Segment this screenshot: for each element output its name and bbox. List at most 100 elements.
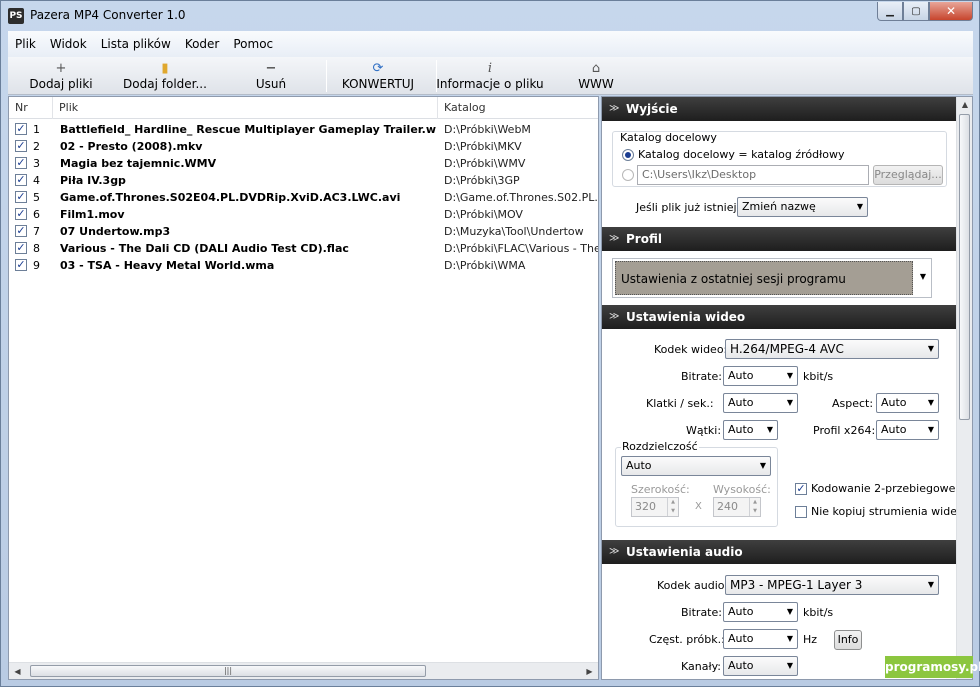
menu-koder[interactable]: Koder <box>178 31 227 57</box>
watermark-logo: programosy.pl <box>885 656 980 678</box>
row-file: Game.of.Thrones.S02E04.PL.DVDRip.XviD.AC… <box>60 191 401 204</box>
convert-button[interactable]: ⟳ KONWERTUJ <box>338 57 418 95</box>
vertical-scrollbar[interactable]: ▲ ▼ <box>956 97 972 679</box>
audio-bitrate-value: Auto <box>728 605 754 618</box>
radio-custom-dir[interactable] <box>622 169 634 181</box>
row-nr: 5 <box>33 191 40 204</box>
audio-codec-select[interactable]: MP3 - MPEG-1 Layer 3 ▼ <box>725 575 939 595</box>
title-bar[interactable]: PS Pazera MP4 Converter 1.0 ▁ ▢ ✕ <box>1 1 979 31</box>
aspect-select[interactable]: Auto ▼ <box>876 393 939 413</box>
file-list-rows: ✓ 1 Battlefield_ Hardline_ Rescue Multip… <box>9 121 598 274</box>
row-nr: 4 <box>33 174 40 187</box>
video-codec-select[interactable]: H.264/MPEG-4 AVC ▼ <box>725 339 939 359</box>
spin-arrows-icon[interactable]: ▲ ▼ <box>749 498 760 516</box>
add-folder-button[interactable]: ▮ Dodaj folder... <box>120 57 210 95</box>
horizontal-scrollbar[interactable]: ◀ ||| ▶ <box>9 662 598 679</box>
menu-plik[interactable]: Plik <box>8 31 43 57</box>
audio-info-button[interactable]: Info <box>834 630 862 650</box>
file-info-button[interactable]: i Informacje o pliku <box>436 57 543 95</box>
menu-widok[interactable]: Widok <box>43 31 94 57</box>
row-checkbox[interactable]: ✓ <box>15 157 27 169</box>
sample-rate-unit: Hz <box>803 633 818 646</box>
row-checkbox[interactable]: ✓ <box>15 174 27 186</box>
row-checkbox[interactable]: ✓ <box>15 123 27 135</box>
two-pass-checkbox[interactable]: ✓ <box>795 483 807 495</box>
x264-profile-label: Profil x264: <box>813 424 876 437</box>
column-header-nr[interactable]: Nr <box>9 97 53 119</box>
row-checkbox[interactable]: ✓ <box>15 208 27 220</box>
remove-button[interactable]: − Usuń <box>244 57 298 95</box>
table-row[interactable]: ✓ 9 03 - TSA - Heavy Metal World.wma D:\… <box>9 257 598 274</box>
close-button[interactable]: ✕ <box>929 2 973 21</box>
row-nr: 3 <box>33 157 40 170</box>
resolution-select[interactable]: Auto ▼ <box>621 456 771 476</box>
video-bitrate-select[interactable]: Auto ▼ <box>723 366 798 386</box>
row-checkbox[interactable]: ✓ <box>15 191 27 203</box>
row-checkbox[interactable]: ✓ <box>15 259 27 271</box>
row-checkbox[interactable]: ✓ <box>15 242 27 254</box>
column-header-plik[interactable]: Plik <box>53 97 438 119</box>
row-file: 07 Undertow.mp3 <box>60 225 171 238</box>
row-dir: D:\Próbki\3GP <box>444 174 520 187</box>
minimize-icon: ▁ <box>886 5 894 17</box>
row-file: Battlefield_ Hardline_ Rescue Multiplaye… <box>60 123 436 136</box>
section-header-audio[interactable]: ≫ Ustawienia audio <box>602 540 956 564</box>
table-row[interactable]: ✓ 7 07 Undertow.mp3 D:\Muzyka\Tool\Under… <box>9 223 598 240</box>
channels-select[interactable]: Auto ▼ <box>723 656 798 676</box>
scroll-left-icon[interactable]: ◀ <box>9 663 26 680</box>
www-button[interactable]: ⌂ WWW <box>568 57 624 95</box>
scrollbar-thumb[interactable]: ||| <box>30 665 426 677</box>
dropdown-arrow-icon: ▼ <box>786 371 793 380</box>
radio-same-dir[interactable] <box>622 149 634 161</box>
table-row[interactable]: ✓ 4 Piła IV.3gp D:\Próbki\3GP <box>9 172 598 189</box>
section-header-video[interactable]: ≫ Ustawienia wideo <box>602 305 956 329</box>
file-list-header: Nr Plik Katalog <box>9 97 598 119</box>
audio-bitrate-select[interactable]: Auto ▼ <box>723 602 798 622</box>
minimize-button[interactable]: ▁ <box>877 2 903 21</box>
add-files-button[interactable]: + Dodaj pliki <box>26 57 96 95</box>
scroll-right-icon[interactable]: ▶ <box>581 663 598 680</box>
row-nr: 9 <box>33 259 40 272</box>
scroll-up-icon[interactable]: ▲ <box>957 97 972 113</box>
if-exists-select[interactable]: Zmień nazwę ▼ <box>737 197 868 217</box>
table-row[interactable]: ✓ 6 Film1.mov D:\Próbki\MOV <box>9 206 598 223</box>
row-checkbox[interactable]: ✓ <box>15 140 27 152</box>
dropdown-arrow-icon: ▼ <box>759 461 766 470</box>
no-copy-video-checkbox[interactable] <box>795 506 807 518</box>
video-codec-label: Kodek wideo: <box>654 343 728 356</box>
add-folder-label: Dodaj folder... <box>123 77 207 91</box>
height-input[interactable]: 240 ▲ ▼ <box>713 497 761 517</box>
target-path-input[interactable]: C:\Users\Ikz\Desktop <box>637 165 869 185</box>
spin-arrows-icon[interactable]: ▲ ▼ <box>667 498 678 516</box>
sample-rate-value: Auto <box>728 632 754 645</box>
table-row[interactable]: ✓ 3 Magia bez tajemnic.WMV D:\Próbki\WMV <box>9 155 598 172</box>
table-row[interactable]: ✓ 2 02 - Presto (2008).mkv D:\Próbki\MKV <box>9 138 598 155</box>
window-title: Pazera MP4 Converter 1.0 <box>30 8 186 22</box>
table-row[interactable]: ✓ 8 Various - The Dali CD (DALI Audio Te… <box>9 240 598 257</box>
threads-select[interactable]: Auto ▼ <box>723 420 778 440</box>
video-section: Kodek wideo: H.264/MPEG-4 AVC ▼ Bitrate:… <box>602 329 964 539</box>
table-row[interactable]: ✓ 5 Game.of.Thrones.S02E04.PL.DVDRip.Xvi… <box>9 189 598 206</box>
section-title: Ustawienia audio <box>626 545 743 559</box>
section-header-output[interactable]: ≫ Wyjście <box>602 97 956 121</box>
scrollbar-thumb[interactable] <box>959 114 970 420</box>
fps-select[interactable]: Auto ▼ <box>723 393 798 413</box>
maximize-button[interactable]: ▢ <box>903 2 929 21</box>
file-info-label: Informacje o pliku <box>436 77 544 91</box>
x264-profile-select[interactable]: Auto ▼ <box>876 420 939 440</box>
table-row[interactable]: ✓ 1 Battlefield_ Hardline_ Rescue Multip… <box>9 121 598 138</box>
width-input[interactable]: 320 ▲ ▼ <box>631 497 679 517</box>
menu-pomoc[interactable]: Pomoc <box>226 31 280 57</box>
dropdown-arrow-icon: ▼ <box>927 580 934 589</box>
row-checkbox[interactable]: ✓ <box>15 225 27 237</box>
row-dir: D:\Próbki\FLAC\Various - The Dali <box>444 242 598 255</box>
audio-bitrate-unit: kbit/s <box>803 606 834 619</box>
section-header-profile[interactable]: ≫ Profil <box>602 227 956 251</box>
menu-lista-plikow[interactable]: Lista plików <box>94 31 178 57</box>
browse-button[interactable]: Przeglądaj... <box>873 165 943 185</box>
sample-rate-select[interactable]: Auto ▼ <box>723 629 798 649</box>
dropdown-arrow-icon: ▼ <box>927 398 934 407</box>
column-header-katalog[interactable]: Katalog <box>438 97 598 119</box>
profile-select[interactable]: Ustawienia z ostatniej sesji programu ▼ <box>612 258 932 298</box>
row-file: 02 - Presto (2008).mkv <box>60 140 203 153</box>
